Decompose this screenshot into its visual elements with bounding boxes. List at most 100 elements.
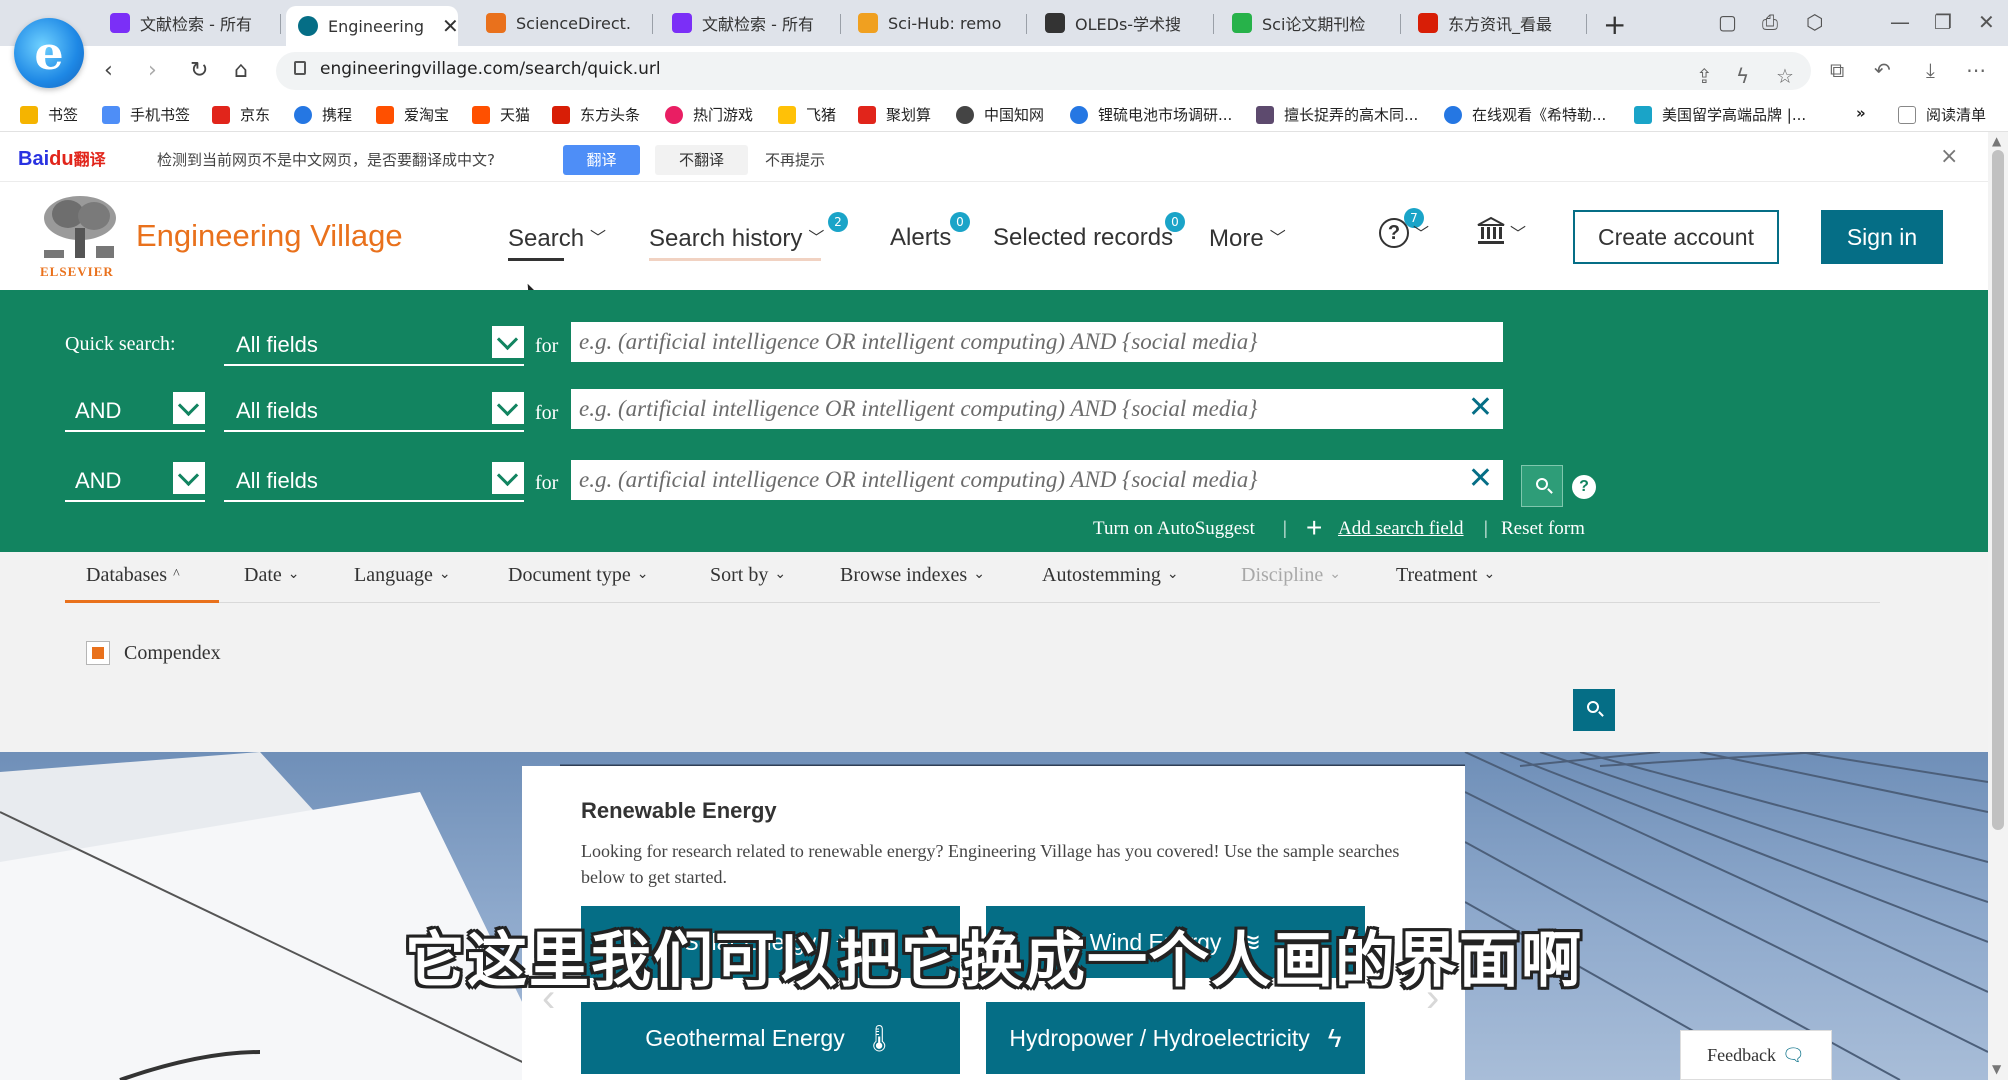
tab-4[interactable]: 文献检索 - 所有 xyxy=(672,4,822,42)
institution-icon[interactable] xyxy=(1476,216,1506,246)
feedback-button[interactable]: Feedback 🗨 xyxy=(1680,1030,1832,1080)
undo-icon[interactable]: ↶ xyxy=(1874,58,1891,82)
plus-icon[interactable]: + xyxy=(1306,514,1322,542)
chevron-down-icon[interactable] xyxy=(492,326,524,358)
print-icon[interactable]: ⎙ xyxy=(1762,10,1778,34)
chevron-down-icon[interactable] xyxy=(492,462,524,494)
extension-icon[interactable]: ⬡ xyxy=(1806,10,1823,34)
hydropower-button[interactable]: Hydropower / Hydroelectricity ϟ xyxy=(986,1002,1365,1074)
forward-icon[interactable]: › xyxy=(148,58,157,83)
clear-field-icon[interactable]: ✕ xyxy=(1468,464,1493,494)
bookmark-item[interactable]: 飞猪 xyxy=(778,104,836,125)
geothermal-energy-button[interactable]: Geothermal Energy 🌡 xyxy=(581,1002,960,1074)
reset-form-link[interactable]: Reset form xyxy=(1501,518,1585,540)
tab-language[interactable]: Language ⌄ xyxy=(354,564,451,587)
tab-3[interactable]: ScienceDirect. xyxy=(486,4,636,42)
bookmark-item[interactable]: 京东 xyxy=(212,104,270,125)
nav-search-history[interactable]: Search history ﹀ xyxy=(649,224,824,253)
bookmark-item[interactable]: 擅长捉弄的高木同... xyxy=(1256,104,1418,125)
scrollbar-thumb[interactable] xyxy=(1992,150,2004,830)
home-icon[interactable]: ⌂ xyxy=(234,58,248,83)
reading-list-button[interactable]: 阅读清单 xyxy=(1898,104,1986,125)
search-button[interactable] xyxy=(1573,689,1615,731)
search-term-input-1[interactable]: e.g. (artificial intelligence OR intelli… xyxy=(571,322,1503,362)
close-window-icon[interactable]: ✕ xyxy=(1978,10,1995,34)
field-select-2[interactable]: All fields xyxy=(224,386,524,432)
chevron-down-icon[interactable]: ﹀ xyxy=(1510,220,1526,244)
operator-select-3[interactable]: AND xyxy=(65,456,205,502)
tab-1[interactable]: 文献检索 - 所有 xyxy=(110,4,260,42)
extensions-icon[interactable]: ⧉ xyxy=(1830,58,1844,82)
page-scrollbar[interactable]: ▲ ▼ xyxy=(1988,132,2008,1080)
tab-close-icon[interactable]: ✕ xyxy=(442,14,458,38)
bookmark-item[interactable]: 美国留学高端品牌 |... xyxy=(1634,104,1806,125)
tab-browse-indexes[interactable]: Browse indexes ⌄ xyxy=(840,564,985,587)
search-term-input-2[interactable]: e.g. (artificial intelligence OR intelli… xyxy=(571,389,1503,429)
never-prompt-button[interactable]: 不再提示 xyxy=(765,149,825,170)
tab-databases[interactable]: Databases ^ xyxy=(86,564,180,587)
share-icon[interactable]: ⇪ xyxy=(1696,64,1713,88)
tab-8[interactable]: 东方资讯_看最 xyxy=(1418,4,1568,42)
restore-icon[interactable]: ❐ xyxy=(1934,10,1952,34)
minimize-icon[interactable]: — xyxy=(1890,10,1910,34)
sign-in-button[interactable]: Sign in xyxy=(1821,210,1943,264)
close-icon[interactable]: × xyxy=(1940,144,1958,169)
bookmark-item[interactable]: 中国知网 xyxy=(956,104,1044,125)
bookmark-item[interactable]: 热门游戏 xyxy=(665,104,753,125)
bookmark-item[interactable]: 东方头条 xyxy=(552,104,640,125)
flash-icon[interactable]: ϟ xyxy=(1736,64,1749,88)
create-account-button[interactable]: Create account xyxy=(1573,210,1779,264)
bookmark-item[interactable]: 锂硫电池市场调研... xyxy=(1070,104,1232,125)
bookmarks-overflow-button[interactable]: » xyxy=(1856,104,1866,122)
chevron-down-icon[interactable]: ﹀ xyxy=(1413,220,1429,244)
nav-search[interactable]: Search ﹀ xyxy=(508,224,606,253)
url-field[interactable]: engineeringvillage.com/search/quick.url … xyxy=(276,52,1811,90)
bookmark-item[interactable]: 手机书签 xyxy=(102,104,190,125)
nav-selected-records[interactable]: Selected records xyxy=(993,224,1173,252)
field-select-1[interactable]: All fields xyxy=(224,320,524,366)
reload-icon[interactable]: ↻ xyxy=(190,58,208,83)
operator-select-2[interactable]: AND xyxy=(65,386,205,432)
bookmark-label: 天猫 xyxy=(500,106,531,124)
tab-engineering-village[interactable]: Engineering ✕ xyxy=(286,6,458,46)
tab-autostemming[interactable]: Autostemming ⌄ xyxy=(1042,564,1179,587)
back-icon[interactable]: ‹ xyxy=(104,58,113,83)
scroll-up-icon[interactable]: ▲ xyxy=(1992,134,2001,148)
translate-button[interactable]: 翻译 xyxy=(563,145,640,175)
bookmark-item[interactable]: 在线观看《希特勒... xyxy=(1444,104,1606,125)
bookmark-item[interactable]: 爱淘宝 xyxy=(376,104,449,125)
tab-sort-by[interactable]: Sort by ⌄ xyxy=(710,564,786,587)
browser-logo-icon[interactable]: e xyxy=(14,18,84,88)
search-help-icon[interactable]: ? xyxy=(1572,475,1596,499)
autosuggest-toggle[interactable]: Turn on AutoSuggest xyxy=(1093,518,1255,540)
tab-document-type[interactable]: Document type ⌄ xyxy=(508,564,648,587)
search-term-input-3[interactable]: e.g. (artificial intelligence OR intelli… xyxy=(571,460,1503,500)
clear-field-icon[interactable]: ✕ xyxy=(1468,393,1493,423)
chevron-down-icon[interactable] xyxy=(492,392,524,424)
search-button[interactable] xyxy=(1521,465,1563,507)
bookmark-item[interactable]: 天猫 xyxy=(472,104,530,125)
tab-treatment[interactable]: Treatment ⌄ xyxy=(1396,564,1495,587)
bookmark-item[interactable]: 聚划算 xyxy=(858,104,931,125)
new-tab-button[interactable]: + xyxy=(1603,8,1626,41)
tab-7[interactable]: Sci论文期刊检 xyxy=(1232,4,1382,42)
nav-alerts[interactable]: Alerts xyxy=(890,224,951,252)
menu-dots-icon[interactable]: ⋯ xyxy=(1966,58,1986,82)
tab-date[interactable]: Date ⌄ xyxy=(244,564,300,587)
field-select-3[interactable]: All fields xyxy=(224,456,524,502)
tab-6[interactable]: OLEDs-学术搜 xyxy=(1045,4,1205,42)
compendex-checkbox[interactable] xyxy=(86,641,110,665)
chevron-down-icon[interactable] xyxy=(173,462,205,494)
star-icon[interactable]: ☆ xyxy=(1776,64,1794,88)
no-translate-button[interactable]: 不翻译 xyxy=(655,145,748,175)
nav-more[interactable]: More ﹀ xyxy=(1209,224,1286,253)
bookmark-item[interactable]: 携程 xyxy=(294,104,352,125)
site-title[interactable]: Engineering Village xyxy=(136,218,403,254)
download-icon[interactable]: ⤓ xyxy=(1926,58,1935,82)
add-search-field-link[interactable]: Add search field xyxy=(1338,518,1464,540)
bookmark-item[interactable]: 书签 xyxy=(20,104,78,125)
tab-list-icon[interactable]: ▢ xyxy=(1718,10,1737,34)
scroll-down-icon[interactable]: ▼ xyxy=(1992,1062,2001,1076)
chevron-down-icon[interactable] xyxy=(173,392,205,424)
tab-5[interactable]: Sci-Hub: remo xyxy=(858,4,1008,42)
